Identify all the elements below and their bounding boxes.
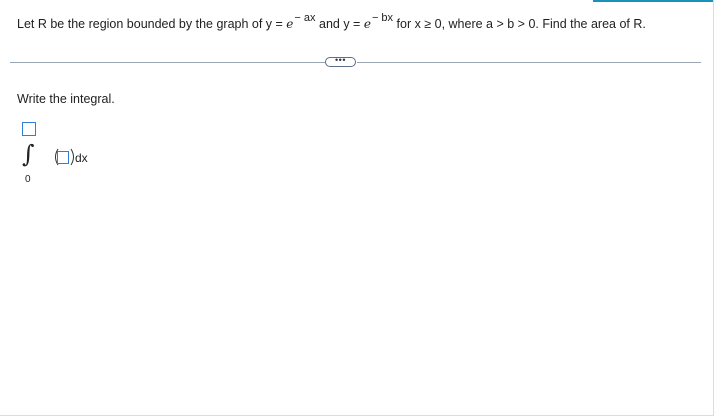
ellipsis-icon: ••• [335,55,346,65]
upper-limit-input[interactable] [22,122,36,136]
integral-sign: ∫ [22,140,35,168]
exponent-2: − bx [371,12,394,24]
lower-limit: 0 [25,174,31,185]
differential-dx: dx [75,151,88,165]
question-panel: Let R be the region bounded by the graph… [0,0,714,416]
expand-button[interactable]: ••• [325,55,356,67]
exponent-1: − ax [294,12,316,24]
question-part-1: Let R be the region bounded by the graph… [17,17,287,31]
divider-left [10,62,325,63]
integrand-input[interactable] [57,151,69,164]
divider-right [357,62,701,63]
euler-e-2: e [363,17,371,31]
question-part-2: and y = [315,17,364,31]
top-accent-bar [593,0,713,2]
euler-e-1: e [286,17,294,31]
prompt-text: Write the integral. [17,92,115,106]
question-text: Let R be the region bounded by the graph… [17,12,646,33]
question-part-3: for x ≥ 0, where a > b > 0. Find the are… [393,17,646,31]
